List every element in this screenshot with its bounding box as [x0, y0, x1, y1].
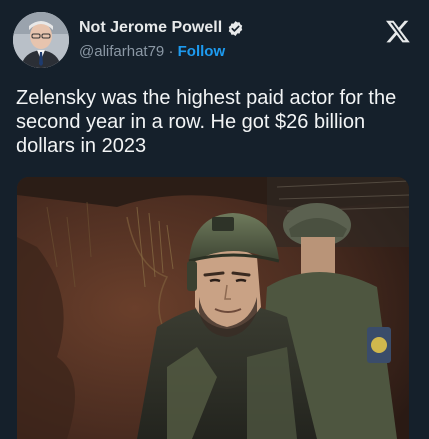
author-names: Not Jerome Powell @alifarhat79 · Follow	[79, 18, 244, 62]
handle[interactable]: @alifarhat79	[79, 43, 164, 60]
avatar[interactable]	[13, 12, 69, 68]
follow-link[interactable]: Follow	[178, 43, 226, 60]
tweet-header: Not Jerome Powell @alifarhat79 · Follow	[13, 12, 417, 68]
verified-badge-icon	[227, 20, 244, 37]
display-name-row[interactable]: Not Jerome Powell	[79, 18, 244, 38]
tweet-card: Not Jerome Powell @alifarhat79 · Follow …	[0, 0, 429, 439]
tweet-text: Zelensky was the highest paid actor for …	[16, 87, 397, 157]
separator: ·	[168, 43, 174, 60]
tweet-photo[interactable]	[17, 177, 409, 439]
handle-row: @alifarhat79 · Follow	[79, 42, 244, 62]
x-logo-icon[interactable]	[385, 18, 411, 44]
display-name[interactable]: Not Jerome Powell	[79, 18, 222, 38]
